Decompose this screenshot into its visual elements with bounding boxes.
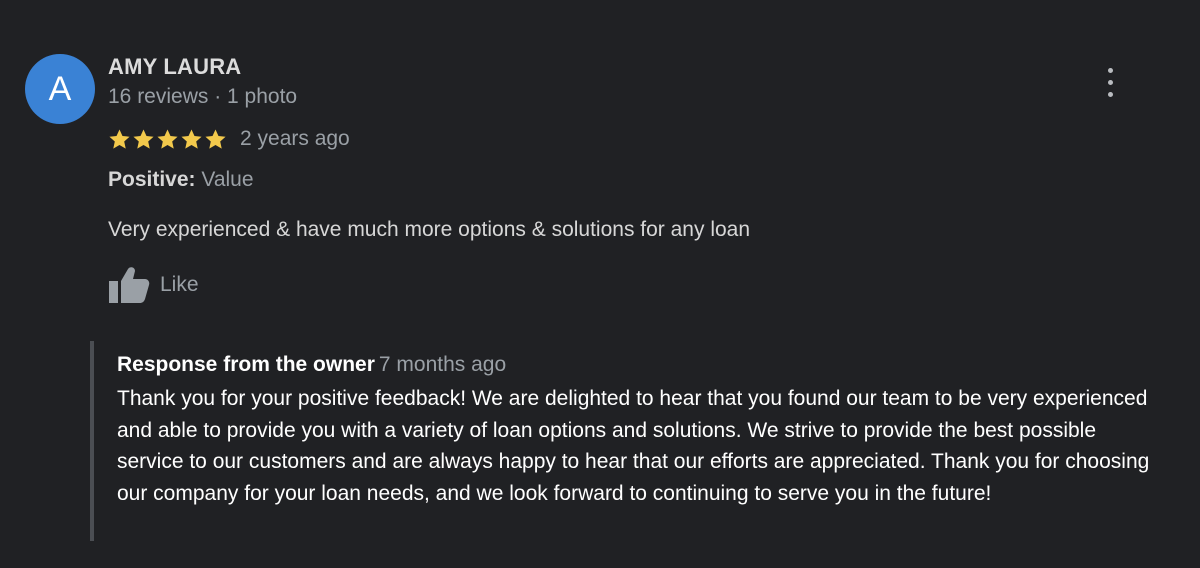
- rating-row: 2 years ago: [108, 125, 350, 153]
- reviewer-meta: 16 reviews · 1 photo: [108, 85, 298, 108]
- positive-label: Positive:: [108, 168, 196, 191]
- owner-response-header: Response from the owner 7 months ago: [117, 353, 506, 377]
- owner-response-text: Thank you for your positive feedback! We…: [117, 387, 1150, 505]
- review-card: A AMY LAURA 16 reviews · 1 photo 2 years…: [0, 0, 1200, 568]
- star-icon: [109, 128, 130, 149]
- like-label: Like: [160, 273, 199, 296]
- star-rating: [108, 128, 227, 151]
- like-button[interactable]: Like: [108, 266, 199, 304]
- star-icon: [205, 128, 226, 149]
- owner-response-title: Response from the owner: [117, 353, 375, 376]
- more-vert-icon[interactable]: [1096, 66, 1124, 100]
- owner-response-time: 7 months ago: [378, 353, 507, 376]
- positive-attribute: Positive: Value: [108, 168, 254, 192]
- thumbs-up-icon: [109, 267, 150, 303]
- reviewer-name[interactable]: AMY LAURA: [108, 54, 241, 80]
- positive-value: Value: [195, 168, 254, 191]
- review-time: 2 years ago: [240, 127, 350, 150]
- star-icon: [157, 128, 178, 149]
- star-icon: [133, 128, 154, 149]
- star-icon: [181, 128, 202, 149]
- owner-response: Response from the owner 7 months ago Than…: [90, 341, 1174, 541]
- review-text: Very experienced & have much more option…: [108, 218, 751, 241]
- avatar[interactable]: A: [25, 54, 95, 124]
